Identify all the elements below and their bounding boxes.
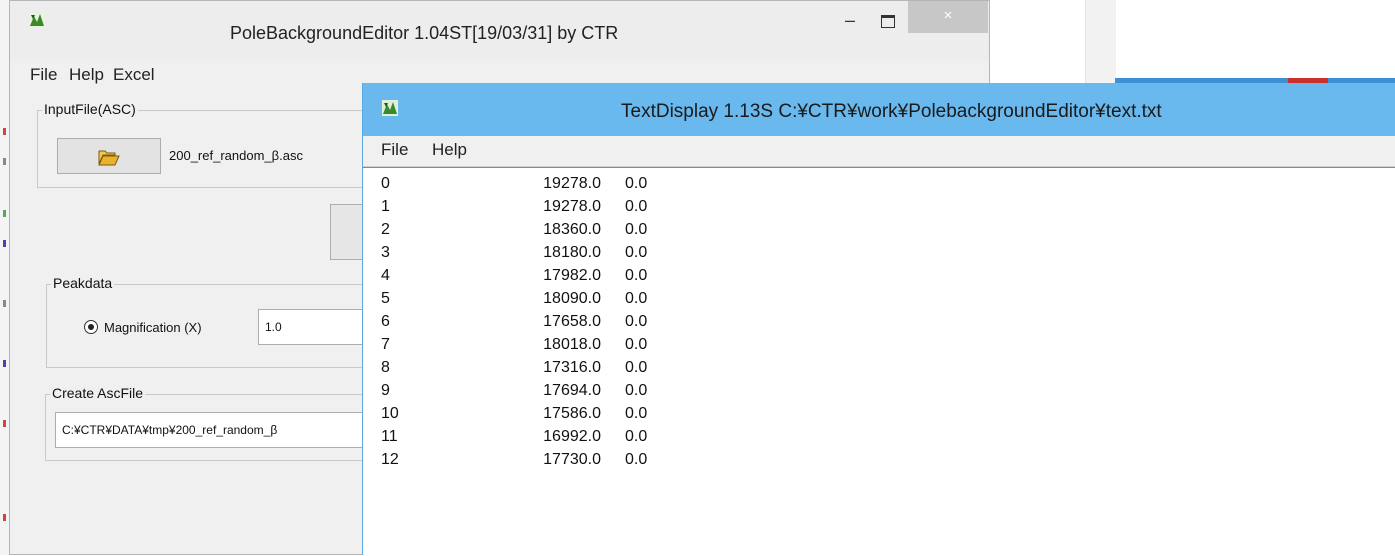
data-row: 8 17316.0 0.0	[363, 356, 1395, 379]
row-value: 18360.0	[543, 221, 601, 238]
row-index: 9	[381, 382, 390, 399]
app-icon	[29, 12, 45, 28]
data-row: 1 19278.0 0.0	[363, 195, 1395, 218]
text-content-area[interactable]: 0 19278.0 0.0 1 19278.0 0.0 2 18360.0 0.0 3 18180.…	[363, 167, 1395, 556]
row-value: 17982.0	[543, 267, 601, 284]
data-row: 12 17730.0 0.0	[363, 448, 1395, 471]
open-file-button[interactable]	[57, 138, 161, 174]
row-index: 10	[381, 405, 399, 422]
row-extra: 0.0	[625, 405, 648, 422]
menu-file[interactable]: File	[381, 140, 408, 160]
menu-excel[interactable]: Excel	[113, 65, 155, 85]
desktop-mark	[3, 420, 6, 427]
text-display-window: TextDisplay 1.13S C:¥CTR¥work¥Polebackgr…	[362, 83, 1395, 556]
data-row: 10 17586.0 0.0	[363, 402, 1395, 425]
desktop-mark	[3, 514, 6, 521]
row-value: 17586.0	[543, 405, 601, 422]
maximize-button[interactable]	[876, 11, 900, 31]
desktop-mark	[3, 128, 6, 135]
row-extra: 0.0	[625, 221, 648, 238]
row-extra: 0.0	[625, 359, 648, 376]
app-icon	[382, 100, 398, 116]
row-index: 3	[381, 244, 390, 261]
row-index: 8	[381, 359, 390, 376]
menu-file[interactable]: File	[30, 65, 57, 85]
peakdata-legend: Peakdata	[51, 275, 115, 291]
output-path-input[interactable]: C:¥CTR¥DATA¥tmp¥200_ref_random_β	[55, 412, 375, 448]
row-index: 2	[381, 221, 390, 238]
create-ascfile-legend: Create AscFile	[50, 385, 146, 401]
row-value: 16992.0	[543, 428, 601, 445]
row-value: 17694.0	[543, 382, 601, 399]
row-value: 19278.0	[543, 198, 601, 215]
magnification-input[interactable]: 1.0	[258, 309, 378, 345]
row-value: 18180.0	[543, 244, 601, 261]
row-index: 0	[381, 175, 390, 192]
data-row: 7 18018.0 0.0	[363, 333, 1395, 356]
desktop-strip	[0, 0, 9, 555]
row-index: 1	[381, 198, 390, 215]
desktop-mark	[3, 360, 6, 367]
desktop-mark	[3, 300, 6, 307]
row-extra: 0.0	[625, 175, 648, 192]
text-display-titlebar: TextDisplay 1.13S C:¥CTR¥work¥Polebackgr…	[363, 83, 1395, 136]
row-index: 7	[381, 336, 390, 353]
row-value: 19278.0	[543, 175, 601, 192]
row-extra: 0.0	[625, 198, 648, 215]
data-row: 9 17694.0 0.0	[363, 379, 1395, 402]
data-row: 2 18360.0 0.0	[363, 218, 1395, 241]
row-extra: 0.0	[625, 451, 648, 468]
desktop-mark	[3, 158, 6, 165]
menu-help[interactable]: Help	[69, 65, 104, 85]
data-row: 0 19278.0 0.0	[363, 172, 1395, 195]
data-row: 4 17982.0 0.0	[363, 264, 1395, 287]
row-value: 17658.0	[543, 313, 601, 330]
menu-help[interactable]: Help	[432, 140, 467, 160]
text-display-title: TextDisplay 1.13S C:¥CTR¥work¥Polebackgr…	[621, 101, 1162, 122]
row-index: 4	[381, 267, 390, 284]
row-index: 12	[381, 451, 399, 468]
background-window	[1085, 0, 1395, 90]
data-row: 11 16992.0 0.0	[363, 425, 1395, 448]
window-title: PoleBackgroundEditor 1.04ST[19/03/31] by…	[230, 23, 619, 43]
row-value: 17316.0	[543, 359, 601, 376]
pole-editor-titlebar: PoleBackgroundEditor 1.04ST[19/03/31] by…	[10, 1, 989, 61]
input-file-legend: InputFile(ASC)	[42, 101, 138, 117]
desktop-mark	[3, 240, 6, 247]
data-row: 6 17658.0 0.0	[363, 310, 1395, 333]
input-file-name: 200_ref_random_β.asc	[169, 148, 303, 163]
row-extra: 0.0	[625, 244, 648, 261]
row-index: 11	[381, 428, 398, 445]
row-extra: 0.0	[625, 313, 648, 330]
radio-selected-dot	[88, 324, 94, 330]
close-button[interactable]: ×	[908, 1, 988, 33]
row-value: 17730.0	[543, 451, 601, 468]
magnification-radio[interactable]	[84, 320, 98, 334]
row-index: 6	[381, 313, 390, 330]
data-row: 3 18180.0 0.0	[363, 241, 1395, 264]
row-index: 5	[381, 290, 390, 307]
row-extra: 0.0	[625, 428, 648, 445]
row-extra: 0.0	[625, 382, 648, 399]
desktop-mark	[3, 210, 6, 217]
folder-open-icon	[98, 150, 120, 166]
minimize-button[interactable]: –	[838, 11, 862, 31]
maximize-icon	[881, 15, 895, 28]
row-value: 18018.0	[543, 336, 601, 353]
row-extra: 0.0	[625, 290, 648, 307]
row-extra: 0.0	[625, 336, 648, 353]
text-display-menu-bar: File Help	[363, 136, 1395, 167]
row-extra: 0.0	[625, 267, 648, 284]
magnification-label: Magnification (X)	[104, 320, 202, 335]
data-row: 5 18090.0 0.0	[363, 287, 1395, 310]
row-value: 18090.0	[543, 290, 601, 307]
